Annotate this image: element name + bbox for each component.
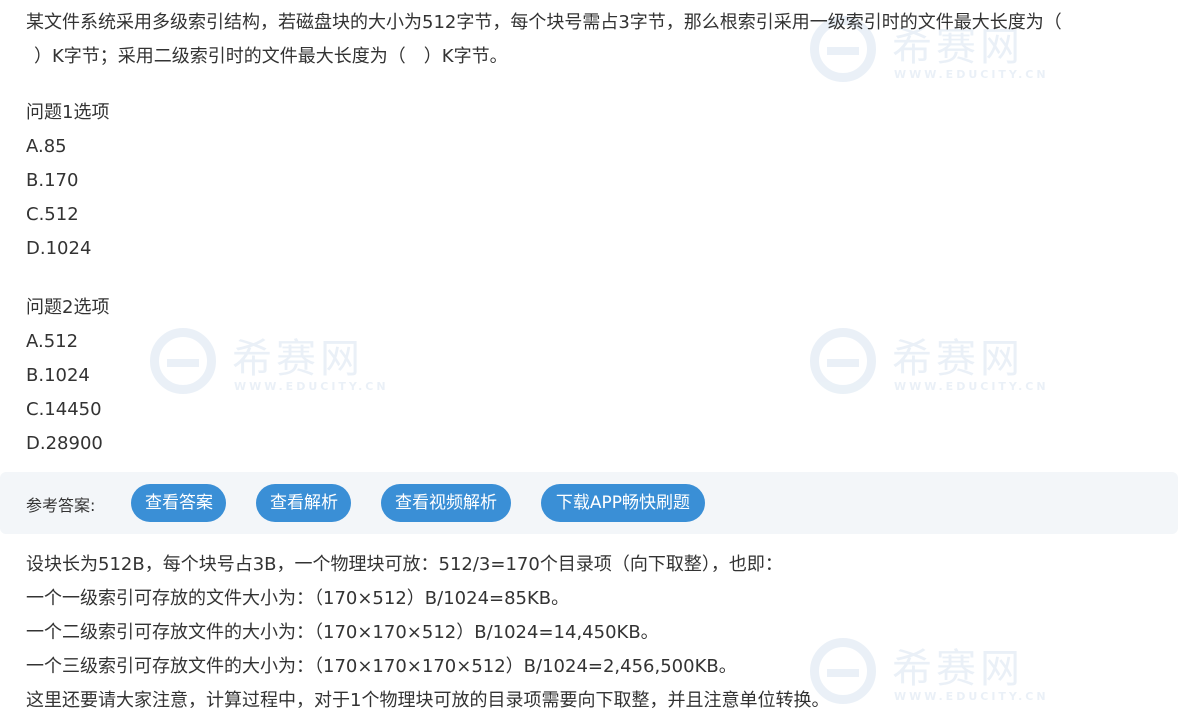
option-b[interactable]: B.1024 xyxy=(26,359,109,393)
answer-label: 参考答案: xyxy=(26,496,96,515)
watermark-e-icon xyxy=(810,328,876,394)
option-d[interactable]: D.28900 xyxy=(26,427,109,461)
watermark-url: WWW.EDUCITY.CN xyxy=(234,380,389,393)
question-line: 某文件系统采用多级索引结构，若磁盘块的大小为512字节，每个块号需占3字节，那么… xyxy=(26,12,1062,33)
view-video-analysis-button[interactable]: 查看视频解析 xyxy=(381,484,511,522)
explanation-line: 这里还要请大家注意，计算过程中，对于1个物理块可放的目录项需要向下取整，并且注意… xyxy=(26,690,830,711)
watermark-name: 希赛网 xyxy=(232,336,364,382)
question-line: ）K字节；采用二级索引时的文件最大长度为（ ）K字节。 xyxy=(34,46,508,67)
page: 希赛网 WWW.EDUCITY.CN 希赛网 WWW.EDUCITY.CN 希赛… xyxy=(0,0,1178,716)
watermark-e-icon xyxy=(150,328,216,394)
option-d[interactable]: D.1024 xyxy=(26,232,109,266)
download-app-button[interactable]: 下载APP畅快刷题 xyxy=(541,484,705,522)
question-stem: 某文件系统采用多级索引结构，若磁盘块的大小为512字节，每个块号需占3字节，那么… xyxy=(26,6,1176,74)
explanation-line: 设块长为512B，每个块号占3B，一个物理块可放：512/3=170个目录项（向… xyxy=(26,554,783,575)
watermark-logo: 希赛网 WWW.EDUCITY.CN xyxy=(810,322,1050,412)
view-analysis-button[interactable]: 查看解析 xyxy=(256,484,351,522)
explanation-line: 一个二级索引可存放文件的大小为：（170×170×512）B/1024=14,4… xyxy=(26,622,659,643)
question1-options: 问题1选项 A.85 B.170 C.512 D.1024 xyxy=(26,96,109,266)
option-a[interactable]: A.512 xyxy=(26,325,109,359)
explanation-line: 一个三级索引可存放文件的大小为：（170×170×170×512）B/1024=… xyxy=(26,656,737,677)
question2-title: 问题2选项 xyxy=(26,297,110,318)
watermark-name: 希赛网 xyxy=(892,336,1024,382)
watermark-logo: 希赛网 WWW.EDUCITY.CN xyxy=(150,322,390,412)
view-answer-button[interactable]: 查看答案 xyxy=(131,484,226,522)
watermark-url: WWW.EDUCITY.CN xyxy=(894,380,1049,393)
explanation: 设块长为512B，每个块号占3B，一个物理块可放：512/3=170个目录项（向… xyxy=(26,548,1176,716)
option-b[interactable]: B.170 xyxy=(26,164,109,198)
option-a[interactable]: A.85 xyxy=(26,130,109,164)
option-c[interactable]: C.512 xyxy=(26,198,109,232)
option-c[interactable]: C.14450 xyxy=(26,393,109,427)
question2-options: 问题2选项 A.512 B.1024 C.14450 D.28900 xyxy=(26,291,109,461)
answer-bar: 参考答案: 查看答案 查看解析 查看视频解析 下载APP畅快刷题 xyxy=(0,472,1178,534)
explanation-line: 一个一级索引可存放的文件大小为：（170×512）B/1024=85KB。 xyxy=(26,588,570,609)
question1-title: 问题1选项 xyxy=(26,102,110,123)
